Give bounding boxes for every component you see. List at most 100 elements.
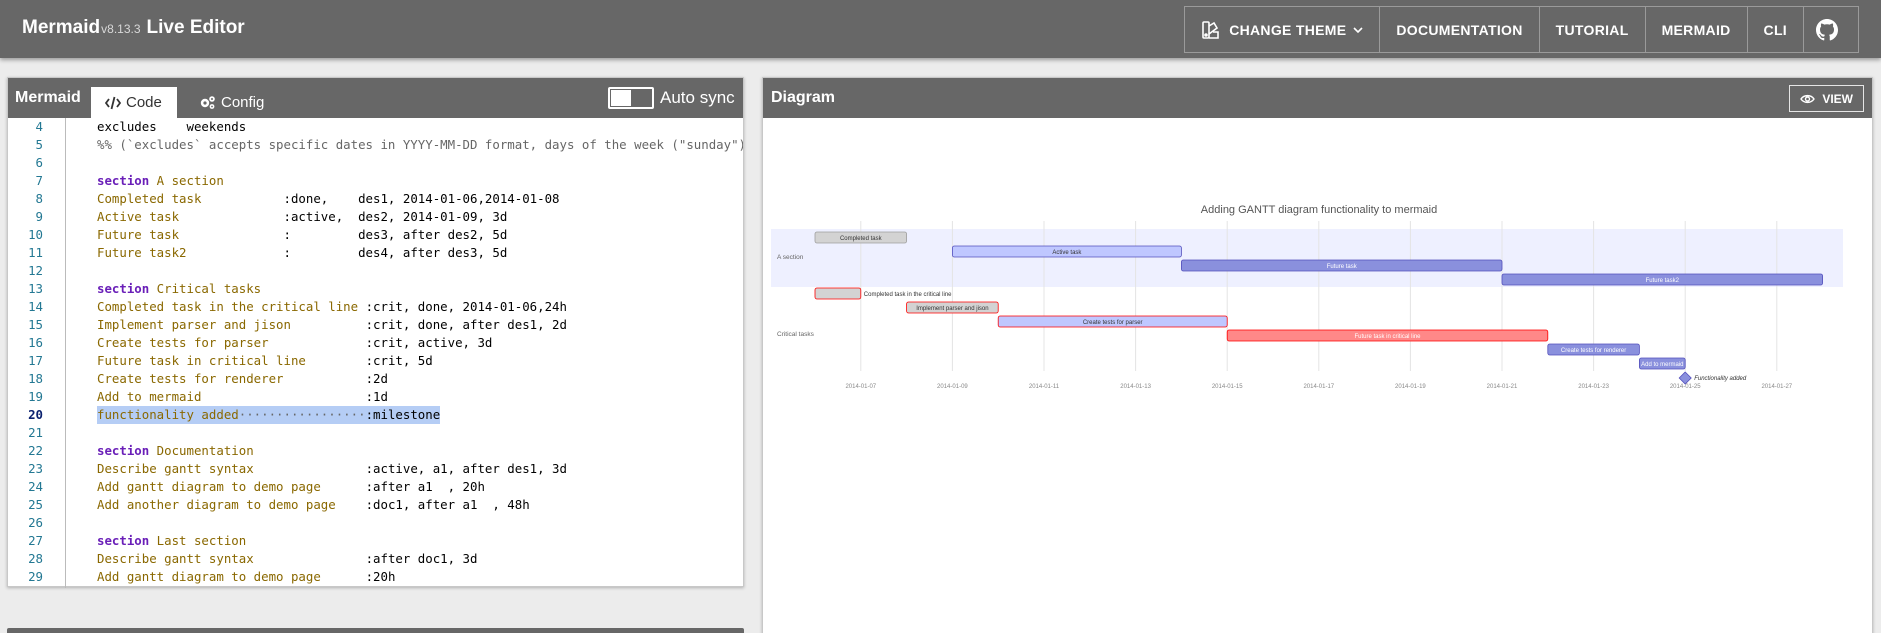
change-theme-button[interactable]: CHANGE THEME	[1184, 6, 1381, 53]
chevron-down-icon	[1353, 26, 1363, 33]
tick-label: 2014-01-23	[1578, 384, 1609, 390]
tutorial-link[interactable]: TUTORIAL	[1538, 6, 1646, 53]
line-text: section Documentation	[97, 442, 254, 460]
line-number: 5	[35, 137, 43, 152]
code-line[interactable]: 21	[8, 424, 743, 442]
section-label: A section	[777, 254, 804, 261]
milestone-marker	[1678, 371, 1692, 385]
code-line[interactable]: 16 Create tests for parser :crit, active,…	[8, 334, 743, 352]
eye-icon	[1800, 94, 1816, 103]
tab-config[interactable]: Config	[185, 87, 278, 118]
editor-panel-title: Mermaid	[15, 89, 81, 106]
line-text: excludes weekends	[97, 118, 246, 136]
code-line[interactable]: 26	[8, 514, 743, 532]
app-brand[interactable]: Mermaid v8.13.3 Live Editor	[22, 17, 245, 39]
line-text: section A section	[97, 172, 224, 190]
line-text: Active task :active, des2, 2014-01-09, 3…	[97, 208, 507, 226]
line-number: 25	[28, 497, 43, 512]
code-line[interactable]: 23 Describe gantt syntax :active, a1, aft…	[8, 460, 743, 478]
code-line[interactable]: 5 %% (`excludes` accepts specific dates i…	[8, 136, 743, 154]
code-token: Add to mermaid	[97, 389, 366, 404]
line-number: 21	[28, 425, 43, 440]
code-line[interactable]: 19 Add to mermaid :1d	[8, 388, 743, 406]
code-line[interactable]: 10 Future task : des3, after des2, 5d	[8, 226, 743, 244]
line-number: 11	[28, 245, 43, 260]
code-line[interactable]: 30 Add another diagram to demo page :48h	[8, 586, 743, 588]
code-token: functionality added	[97, 407, 239, 422]
toggle-knob	[611, 90, 631, 106]
code-line[interactable]: 15 Implement parser and jison :crit, done…	[8, 316, 743, 334]
code-line[interactable]: 20 functionality added·················:m…	[8, 406, 743, 424]
view-button-label: VIEW	[1822, 91, 1853, 106]
code-line[interactable]: 25 Add another diagram to demo page :doc1…	[8, 496, 743, 514]
line-number: 22	[28, 443, 43, 458]
code-token: A section	[149, 173, 224, 188]
code-editor[interactable]: 4 excludes weekends 5 %% (`excludes` accept…	[8, 118, 743, 588]
tab-code[interactable]: Code	[91, 87, 177, 118]
code-line[interactable]: 9 Active task :active, des2, 2014-01-09, …	[8, 208, 743, 226]
line-text: Create tests for renderer :2d	[97, 370, 388, 388]
line-text: Add gantt diagram to demo page :20h	[97, 568, 395, 586]
code-token: Active task	[97, 209, 284, 224]
code-token: :active, des2, 2014-01-09, 3d	[283, 209, 508, 224]
code-token: %% (`excludes` accepts specific dates in…	[97, 137, 743, 152]
mermaid-link[interactable]: MERMAID	[1644, 6, 1748, 53]
code-line[interactable]: 14 Completed task in the critical line :c…	[8, 298, 743, 316]
code-token: ·················	[238, 407, 366, 422]
tick-label: 2014-01-17	[1303, 384, 1334, 390]
auto-sync-toggle[interactable]	[608, 87, 654, 109]
task-label: Future task	[1327, 264, 1358, 270]
code-token: Add another diagram to demo page	[97, 497, 366, 512]
gears-icon	[200, 96, 215, 109]
code-line[interactable]: 28 Describe gantt syntax :after doc1, 3d	[8, 550, 743, 568]
task-label: Add to mermaid	[1641, 362, 1683, 368]
line-text: Add to mermaid :1d	[97, 388, 388, 406]
line-text: Completed task in the critical line :cri…	[97, 298, 567, 316]
cli-link[interactable]: CLI	[1746, 6, 1804, 53]
view-button[interactable]: VIEW	[1789, 85, 1864, 112]
line-text: Implement parser and jison :crit, done, …	[97, 316, 567, 334]
code-line[interactable]: 29 Add gantt diagram to demo page :20h	[8, 568, 743, 586]
code-line[interactable]: 22 section Documentation	[8, 442, 743, 460]
tab-config-label: Config	[221, 94, 265, 111]
code-token: :doc1, after a1 , 48h	[365, 497, 530, 512]
code-token: Future task	[97, 227, 284, 242]
code-token: Create tests for renderer	[97, 371, 366, 386]
github-button[interactable]	[1803, 6, 1859, 53]
app-version: v8.13.3	[101, 22, 141, 36]
code-line[interactable]: 4 excludes weekends	[8, 118, 743, 136]
line-number: 27	[28, 533, 43, 548]
auto-sync-label: Auto sync	[660, 88, 735, 107]
line-text: Add gantt diagram to demo page :after a1…	[97, 478, 485, 496]
code-line[interactable]: 12	[8, 262, 743, 280]
code-line[interactable]: 17 Future task in critical line :crit, 5d	[8, 352, 743, 370]
change-theme-label: CHANGE THEME	[1229, 21, 1347, 38]
code-line[interactable]: 18 Create tests for renderer :2d	[8, 370, 743, 388]
code-line[interactable]: 7 section A section	[8, 172, 743, 190]
task-label: Implement parser and jison	[916, 306, 988, 312]
code-line[interactable]: 13 section Critical tasks	[8, 280, 743, 298]
code-line[interactable]: 8 Completed task :done, des1, 2014-01-06,…	[8, 190, 743, 208]
code-line[interactable]: 27 section Last section	[8, 532, 743, 550]
line-number: 13	[28, 281, 43, 296]
code-line[interactable]: 24 Add gantt diagram to demo page :after …	[8, 478, 743, 496]
tick-label: 2014-01-13	[1120, 384, 1151, 390]
code-token: :48h	[366, 587, 396, 588]
code-token: Future task in critical line	[97, 353, 366, 368]
tab-code-label: Code	[126, 94, 162, 111]
code-token: :done, des1, 2014-01-06,2014-01-08	[283, 191, 560, 206]
code-token: :crit, done, 2014-01-06,24h	[365, 299, 567, 314]
line-number: 7	[35, 173, 43, 188]
tick-label: 2014-01-27	[1761, 384, 1792, 390]
code-token: Documentation	[149, 443, 254, 458]
line-text: section Critical tasks	[97, 280, 261, 298]
tick-label: 2014-01-09	[937, 384, 968, 390]
documentation-link[interactable]: DOCUMENTATION	[1379, 6, 1540, 53]
code-token: :crit, 5d	[365, 353, 433, 368]
code-token: Add gantt diagram to demo page	[97, 569, 366, 584]
task-label: Active task	[1052, 250, 1082, 256]
line-text: %% (`excludes` accepts specific dates in…	[97, 136, 743, 154]
code-line[interactable]: 6	[8, 154, 743, 172]
code-line[interactable]: 11 Future task2 : des4, after des3, 5d	[8, 244, 743, 262]
line-text: functionality added·················:mil…	[97, 406, 441, 424]
